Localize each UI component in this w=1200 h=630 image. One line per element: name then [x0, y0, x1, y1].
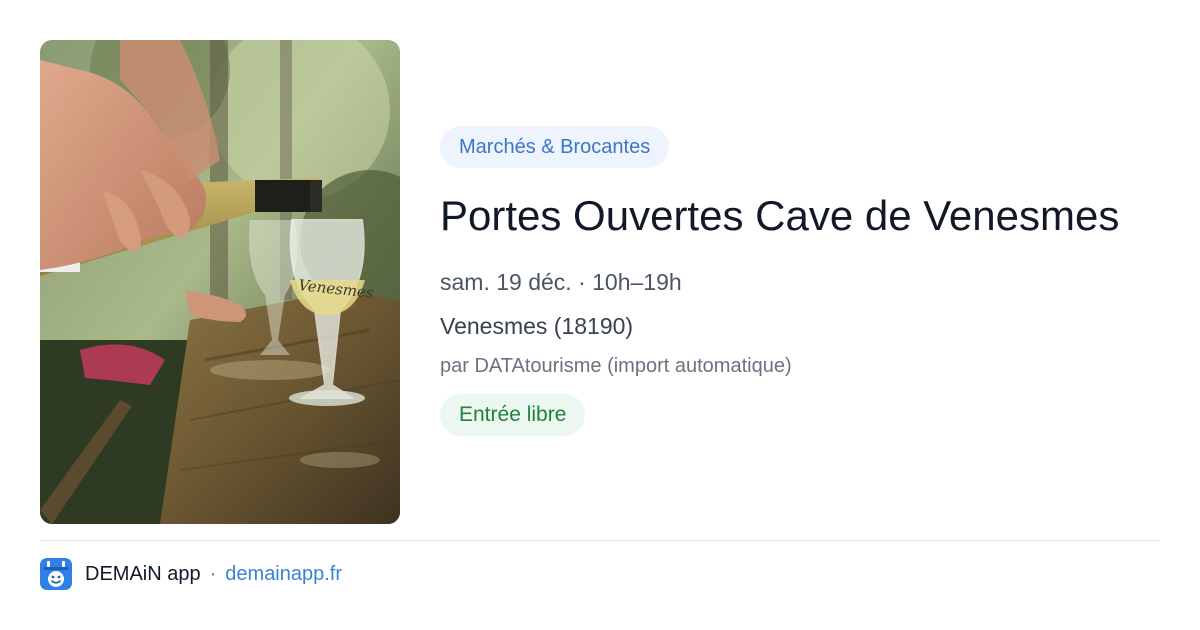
event-location: Venesmes (18190) [440, 313, 634, 339]
category-badge: Marchés & Brocantes [440, 126, 670, 168]
footer-separator: · [209, 562, 217, 585]
website-link[interactable]: demainapp.fr [225, 563, 342, 586]
event-organizer: par DATAtourisme (import automatique) [440, 355, 792, 377]
event-title: Portes Ouvertes Cave de Venesmes [440, 192, 1120, 239]
wine-pouring-photo: Venesmes [40, 40, 400, 524]
app-logo-icon [40, 558, 72, 590]
footer: DEMAiN app · demainapp.fr [40, 558, 342, 590]
event-photo: Venesmes [40, 40, 400, 524]
app-name: DEMAiN app [85, 562, 201, 585]
footer-divider [40, 540, 1160, 541]
event-info: Marchés & Brocantes Portes Ouvertes Cave… [440, 126, 1180, 436]
event-datetime: sam. 19 déc. · 10h–19h [440, 269, 682, 295]
price-badge: Entrée libre [440, 394, 586, 436]
